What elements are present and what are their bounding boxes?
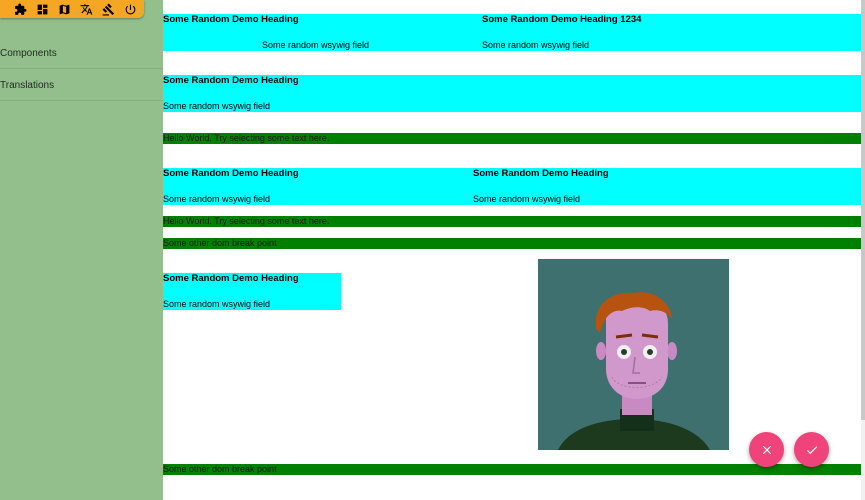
block-heading: Some Random Demo Heading <box>163 14 299 25</box>
block-heading: Some Random Demo Heading <box>163 75 299 86</box>
breakpoint-bar: Hello World. Try selecting some text her… <box>163 216 861 227</box>
wysiwyg-field[interactable]: Some random wsywig field <box>163 299 270 309</box>
sidebar-item-components[interactable]: Components <box>0 38 163 69</box>
sidebar: Components Translations <box>0 0 163 500</box>
block-heading: Some Random Demo Heading <box>473 168 609 179</box>
puzzle-icon[interactable] <box>12 1 28 17</box>
breakpoint-bar: Some other dom break point <box>163 464 861 475</box>
vertical-scrollbar[interactable] <box>861 0 865 500</box>
wysiwyg-field[interactable]: Some random wsywig field <box>262 40 369 50</box>
sidebar-item-translations[interactable]: Translations <box>0 70 163 101</box>
scrollbar-thumb[interactable] <box>861 0 865 420</box>
wysiwyg-field[interactable]: Some random wsywig field <box>163 194 270 204</box>
confirm-button[interactable] <box>794 432 829 467</box>
avatar-illustration <box>538 259 729 450</box>
toolbar <box>0 0 144 18</box>
translate-icon[interactable] <box>78 1 94 17</box>
wysiwyg-field[interactable]: Some random wsywig field <box>473 194 580 204</box>
gavel-icon[interactable] <box>100 1 116 17</box>
cancel-button[interactable] <box>749 432 784 467</box>
map-icon[interactable] <box>56 1 72 17</box>
sidebar-item-label: Components <box>0 48 57 59</box>
close-icon <box>762 445 771 454</box>
block-heading: Some Random Demo Heading <box>163 168 299 179</box>
main-content: Some Random Demo Heading Some random wsy… <box>163 0 861 500</box>
dashboard-icon[interactable] <box>34 1 50 17</box>
block-heading: Some Random Demo Heading 1234 <box>482 14 642 25</box>
check-icon <box>806 445 817 454</box>
power-icon[interactable] <box>122 1 138 17</box>
block-heading: Some Random Demo Heading <box>163 273 299 284</box>
wysiwyg-field[interactable]: Some random wsywig field <box>163 101 270 111</box>
breakpoint-bar: Hello World. Try selecting some text her… <box>163 133 861 144</box>
breakpoint-bar: Some other dom break point <box>163 238 861 249</box>
wysiwyg-field[interactable]: Some random wsywig field <box>482 40 589 50</box>
sidebar-item-label: Translations <box>0 80 55 91</box>
